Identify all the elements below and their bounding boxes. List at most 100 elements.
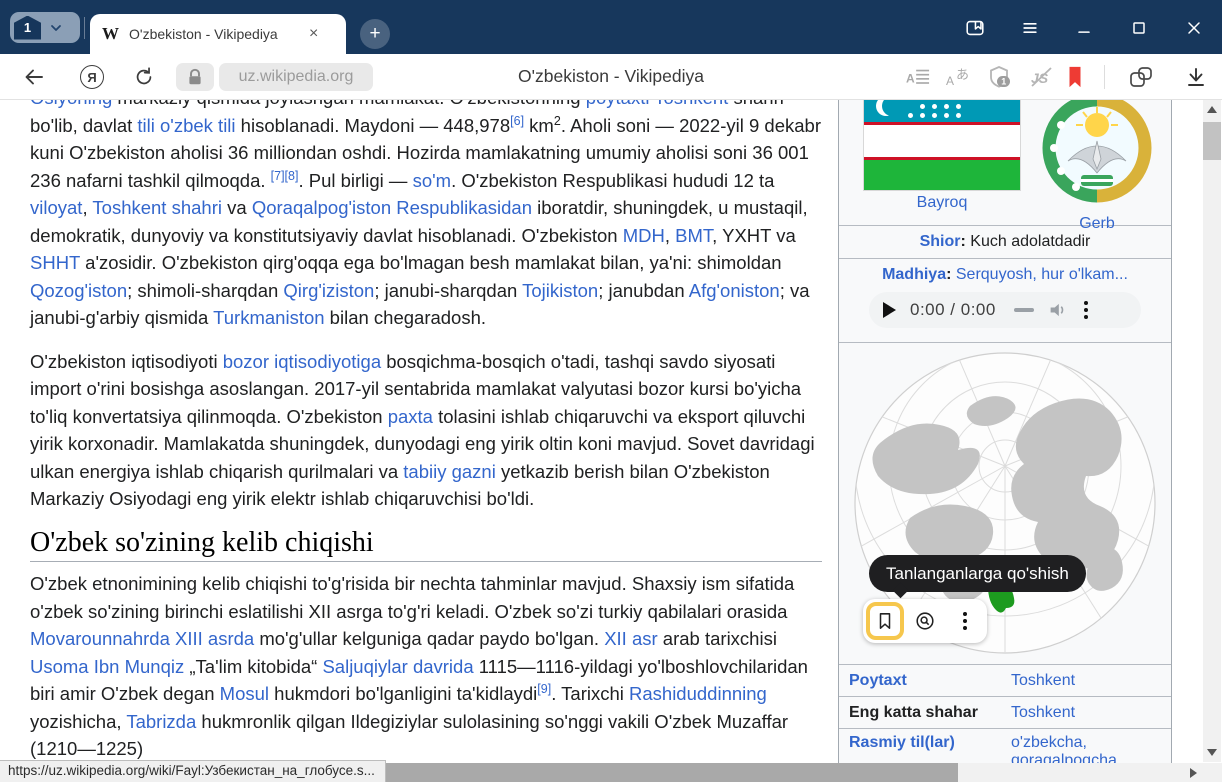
player-seekbar[interactable]	[1014, 308, 1034, 312]
article-link[interactable]: Movarounnahrda XIII asrda	[30, 628, 254, 649]
article-link[interactable]: poytaxti Toshkent	[586, 100, 729, 108]
close-icon	[1184, 18, 1204, 38]
js-disabled-icon: JS	[1028, 66, 1054, 88]
article-link[interactable]: Mosul	[220, 683, 269, 704]
maximize-button[interactable]	[1127, 16, 1151, 40]
article-link[interactable]: Qoraqalpog'iston Respublikasidan	[252, 197, 532, 218]
yandex-logo: Я	[87, 70, 96, 85]
article-link[interactable]: Toshkent shahri	[92, 197, 222, 218]
yandex-browser-button[interactable]: Я	[80, 65, 104, 89]
image-search-button[interactable]	[905, 601, 945, 641]
article-link[interactable]: Afg'oniston	[689, 280, 780, 301]
official-languages-label-link[interactable]: Rasmiy til(lar)	[849, 734, 1011, 752]
svg-text:A: A	[946, 74, 954, 88]
titlebar-divider	[84, 17, 85, 39]
vertical-scroll-thumb[interactable]	[1203, 122, 1221, 160]
motto-text: Kuch adolatdadir	[970, 233, 1090, 250]
volume-icon[interactable]	[1048, 301, 1068, 319]
infobox-map-row: Tanlanganlarga qo'shish	[839, 343, 1171, 665]
tab-group-selector[interactable]: 1	[10, 12, 80, 43]
article-link[interactable]: Turkmaniston	[213, 307, 324, 328]
article-link[interactable]: Osiyoning	[30, 100, 112, 108]
scroll-down-arrow-icon[interactable]	[1207, 749, 1217, 756]
reader-mode-icon: A	[906, 66, 930, 88]
article-link[interactable]: BMT	[675, 225, 712, 246]
article-link[interactable]: so'm	[413, 170, 451, 191]
chevron-down-icon	[50, 22, 62, 34]
image-hover-toolbar	[863, 599, 987, 643]
article-link[interactable]: Tojikiston	[522, 280, 598, 301]
address-bar[interactable]: uz.wikipedia.org	[219, 63, 373, 91]
site-security-button[interactable]	[176, 63, 214, 91]
svg-text:あ: あ	[956, 67, 969, 82]
add-to-favorites-button[interactable]	[866, 602, 904, 640]
minimize-icon	[1074, 18, 1094, 38]
largest-city-value-link[interactable]: Toshkent	[1011, 704, 1161, 722]
shield-badge-count: 1	[1001, 77, 1006, 87]
article-link[interactable]: Saljuqiylar davrida	[322, 656, 473, 677]
vertical-scrollbar[interactable]	[1203, 100, 1221, 762]
article-link[interactable]: Qirg'iziston	[283, 280, 374, 301]
article-paragraph: O'zbek etnonimining kelib chiqishi to'g'…	[30, 570, 822, 763]
side-panel-icon	[964, 17, 986, 39]
capital-value-link[interactable]: Toshkent	[1011, 672, 1161, 690]
javascript-toggle-button[interactable]: JS	[1028, 65, 1054, 89]
menu-button[interactable]	[1018, 16, 1042, 40]
article-link[interactable]: Tabrizda	[126, 711, 196, 732]
infobox-row-largest-city: Eng katta shahar Toshkent	[839, 697, 1171, 729]
capital-label-link[interactable]: Poytaxt	[849, 672, 1011, 690]
article-link[interactable]: Qozog'iston	[30, 280, 127, 301]
anthem-label-link[interactable]: Madhiya	[882, 266, 946, 283]
anthem-title-link[interactable]: Serquyosh, hur o'lkam...	[956, 266, 1128, 283]
article-link[interactable]: tili o'zbek tili	[137, 115, 235, 136]
article-link[interactable]: tabiiy gazni	[403, 461, 496, 482]
svg-text:A: A	[906, 72, 915, 86]
bookmark-page-button[interactable]	[1062, 65, 1088, 89]
article-link[interactable]: Usoma Ibn Munqiz	[30, 656, 184, 677]
reload-icon	[133, 66, 155, 88]
scrollbar-corner	[1203, 763, 1222, 782]
bookmark-red-icon	[1064, 65, 1086, 89]
motto-label-link[interactable]: Shior	[920, 233, 961, 250]
article-link[interactable]: MDH	[623, 225, 665, 246]
article-link[interactable]: paxta	[388, 406, 433, 427]
back-button[interactable]	[22, 65, 46, 89]
article-link[interactable]: [6]	[510, 113, 524, 127]
extensions-button[interactable]	[1128, 65, 1154, 89]
wikipedia-favicon: W	[102, 24, 119, 44]
uzbekistan-emblem-image[interactable]	[1038, 100, 1156, 207]
maximize-icon	[1129, 18, 1149, 38]
close-window-button[interactable]	[1182, 16, 1206, 40]
scroll-right-arrow-icon[interactable]	[1190, 768, 1197, 778]
tab-close-icon[interactable]: ×	[309, 26, 318, 42]
uzbekistan-flag-image[interactable]	[863, 100, 1021, 191]
side-panel-button[interactable]	[963, 16, 987, 40]
play-button[interactable]	[883, 302, 896, 318]
protect-shield-button[interactable]: 1	[986, 65, 1012, 89]
translate-button[interactable]: Aあ	[946, 65, 972, 89]
downloads-button[interactable]	[1183, 65, 1209, 89]
article-link[interactable]: XII asr	[604, 628, 657, 649]
image-more-button[interactable]	[945, 601, 985, 641]
player-menu-button[interactable]	[1084, 301, 1088, 319]
scroll-up-arrow-icon[interactable]	[1207, 106, 1217, 113]
new-tab-button[interactable]: +	[360, 19, 390, 49]
article-link[interactable]: viloyat	[30, 197, 82, 218]
browser-tab[interactable]: W O'zbekiston - Vikipediya ×	[90, 14, 346, 54]
article-link[interactable]: Rashiduddinning	[629, 683, 767, 704]
tab-counter-badge: 1	[14, 16, 41, 40]
download-icon	[1184, 65, 1208, 89]
largest-city-label: Eng katta shahar	[849, 704, 1011, 722]
article-link[interactable]: [9]	[537, 682, 551, 696]
flag-caption-link[interactable]: Bayroq	[863, 194, 1021, 212]
infobox-images-row: Bayroq Gerb	[839, 100, 1171, 226]
reload-button[interactable]	[132, 65, 156, 89]
minimize-button[interactable]	[1072, 16, 1096, 40]
status-url-tooltip: https://uz.wikipedia.org/wiki/Fayl:Узбек…	[0, 760, 386, 782]
article-link[interactable]: SHHT	[30, 252, 80, 273]
infobox-anthem-row: Madhiya: Serquyosh, hur o'lkam... 0:00 /…	[839, 259, 1171, 343]
reader-mode-button[interactable]: A	[905, 65, 931, 89]
infobox-motto-row: Shior: Kuch adolatdadir	[839, 226, 1171, 259]
article-link[interactable]: [7][8]	[271, 168, 299, 182]
article-link[interactable]: bozor iqtisodiyotiga	[223, 351, 381, 372]
